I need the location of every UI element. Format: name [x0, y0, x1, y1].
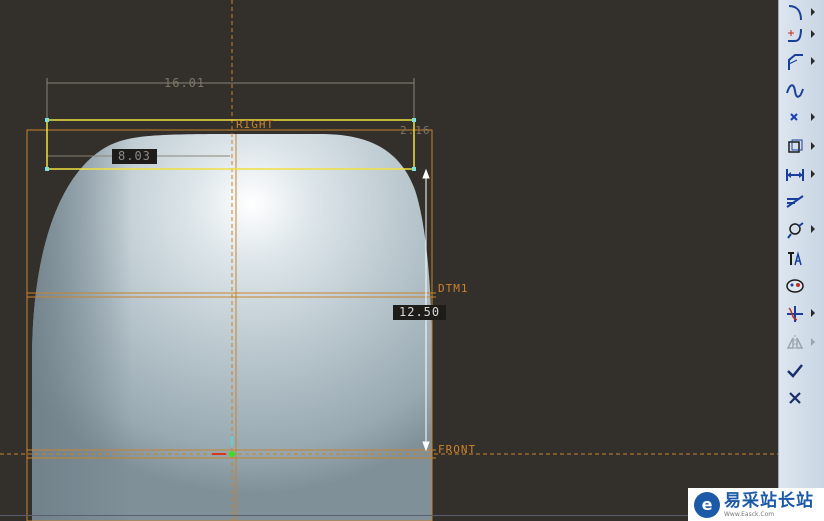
trim-icon [783, 302, 807, 326]
watermark-logo-icon: e [694, 491, 720, 518]
cancel-tool-button[interactable] [779, 385, 824, 411]
offset-tool-button[interactable] [779, 134, 824, 160]
dimension-height[interactable]: 12.50 [393, 305, 447, 320]
point-icon [783, 106, 807, 130]
status-bar-line [0, 515, 688, 516]
mirror-icon [783, 331, 807, 355]
watermark-url: Www.Easck.Com [724, 511, 775, 518]
sketch-canvas[interactable] [0, 0, 778, 521]
palette-tool-button[interactable] [779, 273, 824, 299]
watermark: e 易采站长站 Www.Easck.Com [688, 488, 824, 521]
watermark-name: 易采站长站 [724, 491, 814, 511]
fillet-icon [783, 23, 807, 47]
offset-icon [783, 135, 807, 159]
datum-right-label: RIGHT [236, 118, 275, 131]
datum-dtm1-label: DTM1 [438, 282, 469, 295]
dimension-width[interactable]: 16.01 [164, 76, 205, 90]
dimension-tool-button[interactable] [779, 162, 824, 188]
palette-icon [783, 274, 807, 298]
sketch-toolbar [778, 0, 824, 488]
modify-icon [783, 191, 807, 215]
chamfer-tool-button[interactable] [779, 49, 824, 75]
dimension-small[interactable]: 2.16 [400, 124, 431, 137]
text-icon [783, 247, 807, 271]
constraint-tool-button[interactable] [779, 217, 824, 243]
accept-tool-button[interactable] [779, 358, 824, 384]
point-tool-button[interactable] [779, 105, 824, 131]
fillet-tool-button[interactable] [779, 22, 824, 48]
trim-tool-button[interactable] [779, 301, 824, 327]
mirror-tool-button[interactable] [779, 330, 824, 356]
chamfer-icon [783, 50, 807, 74]
modify-tool-button[interactable] [779, 190, 824, 216]
text-tool-button[interactable] [779, 246, 824, 272]
datum-front-label: FRONT [438, 443, 477, 456]
accept-icon [783, 359, 807, 383]
constraint-icon [783, 218, 807, 242]
spline-icon [783, 79, 807, 103]
dimension-icon [783, 163, 807, 187]
cancel-icon [783, 386, 807, 410]
spline-tool-button[interactable] [779, 78, 824, 104]
dimension-half-width[interactable]: 8.03 [112, 149, 157, 164]
sketch-viewport[interactable]: 16.01 8.03 12.50 2.16 RIGHT DTM1 FRONT [0, 0, 778, 521]
